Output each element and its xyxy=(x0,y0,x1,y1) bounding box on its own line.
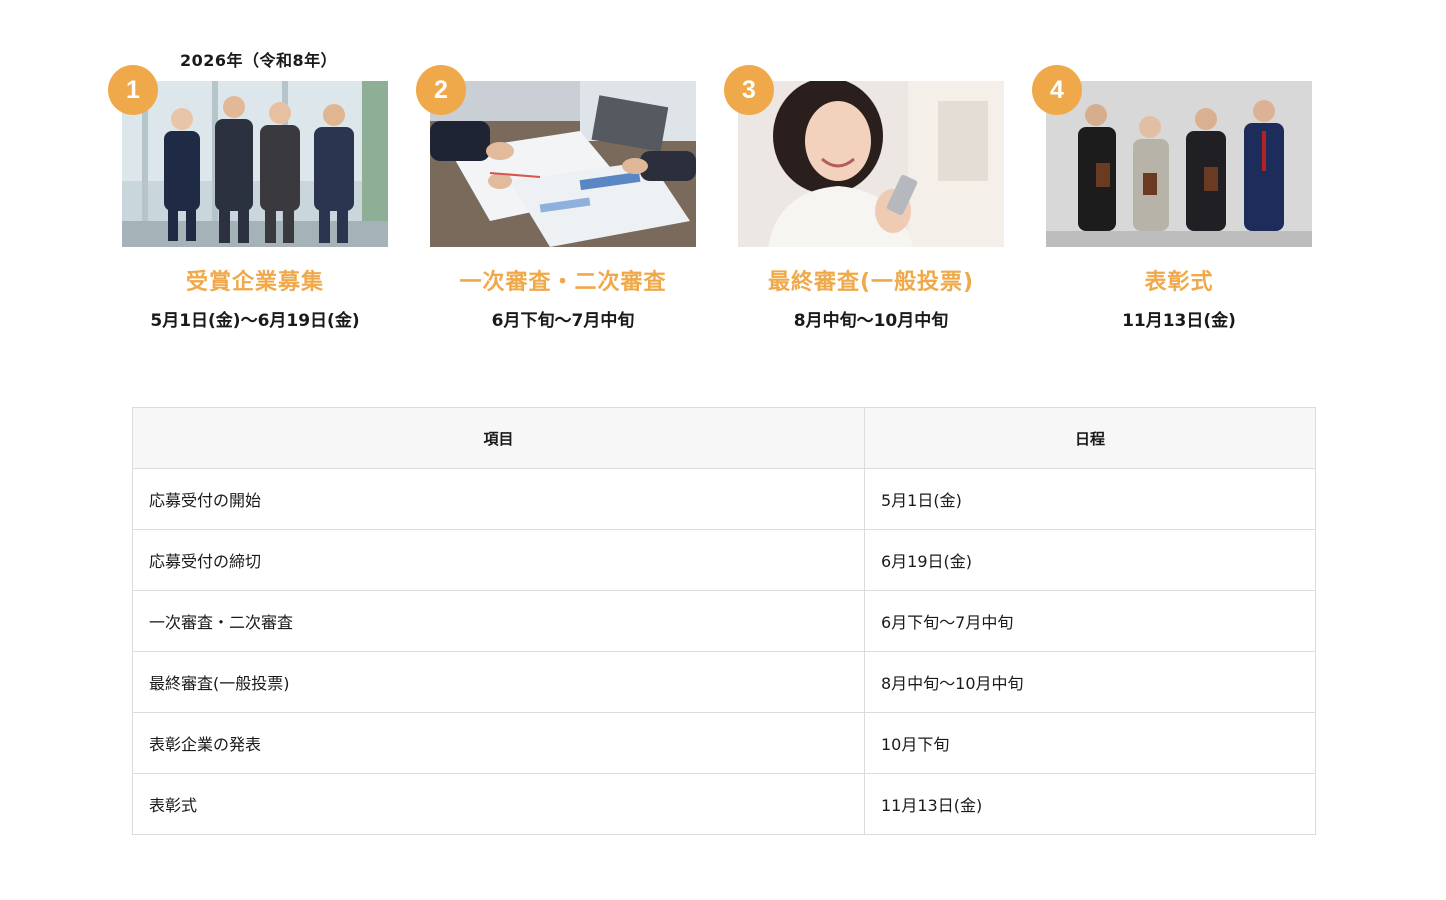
row-item: 表彰企業の発表 xyxy=(132,712,865,774)
step-date: 6月下旬〜7月中旬 xyxy=(491,311,635,331)
table-row: 表彰式 11月13日(金) xyxy=(132,773,1316,835)
row-item: 応募受付の締切 xyxy=(132,529,865,591)
table-row: 一次審査・二次審査 6月下旬〜7月中旬 xyxy=(132,590,1316,652)
step-date: 5月1日(金)〜6月19日(金) xyxy=(150,311,360,331)
meeting-documents-photo xyxy=(430,81,696,247)
step-1: 1 受賞企業募集 5月1日(金)〜6月19日(金) xyxy=(108,0,412,360)
header-item: 項目 xyxy=(132,407,865,469)
step-title: 表彰式 xyxy=(1144,270,1214,295)
step-number-badge: 3 xyxy=(724,65,774,115)
step-number-badge: 4 xyxy=(1032,65,1082,115)
row-item: 応募受付の開始 xyxy=(132,468,865,530)
row-item: 最終審査(一般投票) xyxy=(132,651,865,713)
row-date: 8月中旬〜10月中旬 xyxy=(864,651,1316,713)
step-date: 8月中旬〜10月中旬 xyxy=(793,311,949,331)
step-title: 受賞企業募集 xyxy=(185,270,324,295)
step-date: 11月13日(金) xyxy=(1122,311,1236,331)
table-row: 最終審査(一般投票) 8月中旬〜10月中旬 xyxy=(132,651,1316,713)
row-date: 5月1日(金) xyxy=(864,468,1316,530)
step-3: 3 最終審査(一般投票) 8月中旬〜10月中旬 xyxy=(724,0,1028,360)
step-4: 4 表彰式 11月13日(金) xyxy=(1032,0,1336,360)
business-team-photo xyxy=(122,81,388,247)
row-date: 6月19日(金) xyxy=(864,529,1316,591)
woman-smartphone-photo xyxy=(738,81,1004,247)
page: 2026年（令和8年） 1 受賞企業募集 5月1日(金)〜6月19日(金) 2 … xyxy=(0,0,1446,900)
step-title: 最終審査(一般投票) xyxy=(767,270,975,295)
header-schedule: 日程 xyxy=(864,407,1316,469)
row-date: 6月下旬〜7月中旬 xyxy=(864,590,1316,652)
table-row: 応募受付の締切 6月19日(金) xyxy=(132,529,1316,591)
table-header-row: 項目 日程 xyxy=(132,407,1316,469)
row-item: 一次審査・二次審査 xyxy=(132,590,865,652)
schedule-steps: 1 受賞企業募集 5月1日(金)〜6月19日(金) 2 一次審査・二次審査 6月… xyxy=(0,0,1446,360)
step-2: 2 一次審査・二次審査 6月下旬〜7月中旬 xyxy=(416,0,720,360)
row-date: 10月下旬 xyxy=(864,712,1316,774)
schedule-table: 項目 日程 応募受付の開始 5月1日(金) 応募受付の締切 6月19日(金) 一… xyxy=(132,407,1316,835)
row-item: 表彰式 xyxy=(132,773,865,835)
row-date: 11月13日(金) xyxy=(864,773,1316,835)
step-number-badge: 2 xyxy=(416,65,466,115)
award-ceremony-photo xyxy=(1046,81,1312,247)
step-number-badge: 1 xyxy=(108,65,158,115)
table-row: 応募受付の開始 5月1日(金) xyxy=(132,468,1316,530)
table-row: 表彰企業の発表 10月下旬 xyxy=(132,712,1316,774)
step-title: 一次審査・二次審査 xyxy=(459,270,667,295)
